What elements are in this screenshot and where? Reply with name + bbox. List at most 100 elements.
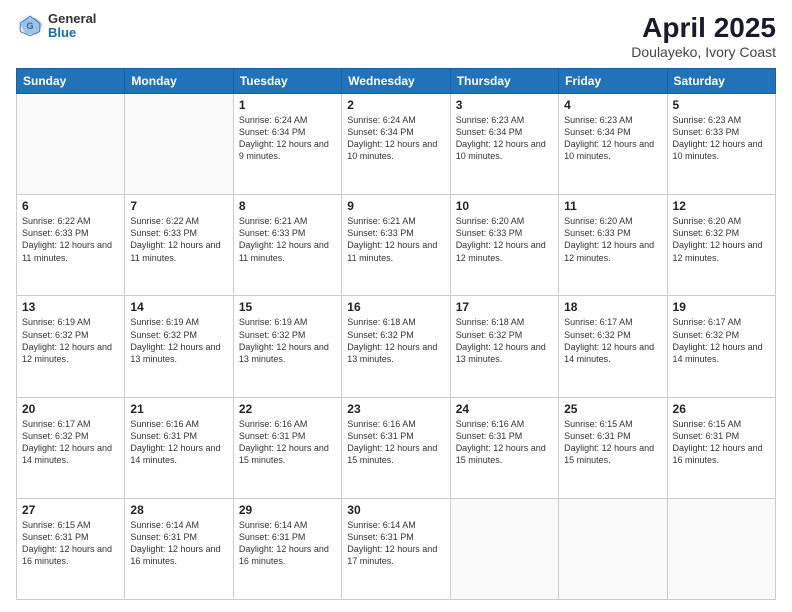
day-number: 20 <box>22 402 119 416</box>
day-number: 6 <box>22 199 119 213</box>
day-number: 19 <box>673 300 770 314</box>
day-info: Sunrise: 6:16 AM Sunset: 6:31 PM Dayligh… <box>347 418 444 467</box>
calendar-cell: 23 Sunrise: 6:16 AM Sunset: 6:31 PM Dayli… <box>342 397 450 498</box>
calendar-cell: 3 Sunrise: 6:23 AM Sunset: 6:34 PM Daylig… <box>450 94 558 195</box>
day-number: 15 <box>239 300 336 314</box>
day-info: Sunrise: 6:19 AM Sunset: 6:32 PM Dayligh… <box>22 316 119 365</box>
col-friday: Friday <box>559 69 667 94</box>
calendar-cell: 25 Sunrise: 6:15 AM Sunset: 6:31 PM Dayli… <box>559 397 667 498</box>
calendar-cell <box>667 498 775 599</box>
day-info: Sunrise: 6:20 AM Sunset: 6:33 PM Dayligh… <box>564 215 661 264</box>
day-number: 8 <box>239 199 336 213</box>
calendar-cell: 7 Sunrise: 6:22 AM Sunset: 6:33 PM Daylig… <box>125 195 233 296</box>
header: G General Blue April 2025 Doulayeko, Ivo… <box>16 12 776 60</box>
day-number: 5 <box>673 98 770 112</box>
logo-text: General Blue <box>48 12 96 41</box>
calendar-cell: 14Sunrise: 6:19 AM Sunset: 6:32 PM Dayli… <box>125 296 233 397</box>
calendar-cell <box>559 498 667 599</box>
calendar-cell <box>450 498 558 599</box>
day-number: 2 <box>347 98 444 112</box>
day-info: Sunrise: 6:14 AM Sunset: 6:31 PM Dayligh… <box>239 519 336 568</box>
day-info: Sunrise: 6:24 AM Sunset: 6:34 PM Dayligh… <box>239 114 336 163</box>
day-info: Sunrise: 6:15 AM Sunset: 6:31 PM Dayligh… <box>673 418 770 467</box>
day-number: 3 <box>456 98 553 112</box>
col-saturday: Saturday <box>667 69 775 94</box>
calendar-week-5: 27 Sunrise: 6:15 AM Sunset: 6:31 PM Dayli… <box>17 498 776 599</box>
day-number: 22 <box>239 402 336 416</box>
day-number: 10 <box>456 199 553 213</box>
day-number: 23 <box>347 402 444 416</box>
calendar-cell: 8 Sunrise: 6:21 AM Sunset: 6:33 PM Daylig… <box>233 195 341 296</box>
calendar-cell: 2Sunrise: 6:24 AM Sunset: 6:34 PM Daylig… <box>342 94 450 195</box>
calendar-cell: 29 Sunrise: 6:14 AM Sunset: 6:31 PM Dayli… <box>233 498 341 599</box>
day-info: Sunrise: 6:17 AM Sunset: 6:32 PM Dayligh… <box>673 316 770 365</box>
calendar-header: Sunday Monday Tuesday Wednesday Thursday… <box>17 69 776 94</box>
calendar-cell: 28 Sunrise: 6:14 AM Sunset: 6:31 PM Dayli… <box>125 498 233 599</box>
day-info: Sunrise: 6:21 AM Sunset: 6:33 PM Dayligh… <box>347 215 444 264</box>
calendar-cell: 4 Sunrise: 6:23 AM Sunset: 6:34 PM Daylig… <box>559 94 667 195</box>
calendar-cell: 18 Sunrise: 6:17 AM Sunset: 6:32 PM Dayli… <box>559 296 667 397</box>
day-number: 7 <box>130 199 227 213</box>
logo-icon: G <box>16 12 44 40</box>
day-info: Sunrise: 6:17 AM Sunset: 6:32 PM Dayligh… <box>564 316 661 365</box>
day-info: Sunrise: 6:14 AM Sunset: 6:31 PM Dayligh… <box>130 519 227 568</box>
day-number: 4 <box>564 98 661 112</box>
calendar-cell: 27 Sunrise: 6:15 AM Sunset: 6:31 PM Dayli… <box>17 498 125 599</box>
page: G General Blue April 2025 Doulayeko, Ivo… <box>0 0 792 612</box>
calendar-cell: 20 Sunrise: 6:17 AM Sunset: 6:32 PM Dayli… <box>17 397 125 498</box>
day-info: Sunrise: 6:22 AM Sunset: 6:33 PM Dayligh… <box>22 215 119 264</box>
calendar-cell: 1 Sunrise: 6:24 AM Sunset: 6:34 PM Daylig… <box>233 94 341 195</box>
day-info: Sunrise: 6:23 AM Sunset: 6:34 PM Dayligh… <box>564 114 661 163</box>
day-info: Sunrise: 6:14 AM Sunset: 6:31 PM Dayligh… <box>347 519 444 568</box>
calendar-cell: 6 Sunrise: 6:22 AM Sunset: 6:33 PM Daylig… <box>17 195 125 296</box>
calendar-week-1: 1 Sunrise: 6:24 AM Sunset: 6:34 PM Daylig… <box>17 94 776 195</box>
day-info: Sunrise: 6:19 AM Sunset: 6:32 PM Dayligh… <box>130 316 227 365</box>
calendar-cell: 26 Sunrise: 6:15 AM Sunset: 6:31 PM Dayli… <box>667 397 775 498</box>
calendar-body: 1 Sunrise: 6:24 AM Sunset: 6:34 PM Daylig… <box>17 94 776 600</box>
day-info: Sunrise: 6:16 AM Sunset: 6:31 PM Dayligh… <box>239 418 336 467</box>
day-info: Sunrise: 6:17 AM Sunset: 6:32 PM Dayligh… <box>22 418 119 467</box>
col-tuesday: Tuesday <box>233 69 341 94</box>
col-wednesday: Wednesday <box>342 69 450 94</box>
day-number: 24 <box>456 402 553 416</box>
day-number: 26 <box>673 402 770 416</box>
calendar-cell: 24Sunrise: 6:16 AM Sunset: 6:31 PM Dayli… <box>450 397 558 498</box>
calendar-cell: 21 Sunrise: 6:16 AM Sunset: 6:31 PM Dayli… <box>125 397 233 498</box>
calendar-cell: 16Sunrise: 6:18 AM Sunset: 6:32 PM Dayli… <box>342 296 450 397</box>
day-info: Sunrise: 6:18 AM Sunset: 6:32 PM Dayligh… <box>347 316 444 365</box>
day-number: 17 <box>456 300 553 314</box>
calendar-cell: 5 Sunrise: 6:23 AM Sunset: 6:33 PM Daylig… <box>667 94 775 195</box>
day-info: Sunrise: 6:20 AM Sunset: 6:33 PM Dayligh… <box>456 215 553 264</box>
calendar-cell: 17Sunrise: 6:18 AM Sunset: 6:32 PM Dayli… <box>450 296 558 397</box>
day-info: Sunrise: 6:23 AM Sunset: 6:33 PM Dayligh… <box>673 114 770 163</box>
day-info: Sunrise: 6:15 AM Sunset: 6:31 PM Dayligh… <box>22 519 119 568</box>
day-number: 11 <box>564 199 661 213</box>
day-info: Sunrise: 6:19 AM Sunset: 6:32 PM Dayligh… <box>239 316 336 365</box>
day-info: Sunrise: 6:23 AM Sunset: 6:34 PM Dayligh… <box>456 114 553 163</box>
day-number: 13 <box>22 300 119 314</box>
calendar-cell: 9 Sunrise: 6:21 AM Sunset: 6:33 PM Daylig… <box>342 195 450 296</box>
logo: G General Blue <box>16 12 96 41</box>
day-info: Sunrise: 6:16 AM Sunset: 6:31 PM Dayligh… <box>130 418 227 467</box>
subtitle: Doulayeko, Ivory Coast <box>631 44 776 60</box>
day-info: Sunrise: 6:15 AM Sunset: 6:31 PM Dayligh… <box>564 418 661 467</box>
calendar-cell: 10 Sunrise: 6:20 AM Sunset: 6:33 PM Dayli… <box>450 195 558 296</box>
col-thursday: Thursday <box>450 69 558 94</box>
day-number: 21 <box>130 402 227 416</box>
day-number: 28 <box>130 503 227 517</box>
logo-general: General <box>48 12 96 26</box>
logo-blue: Blue <box>48 26 96 40</box>
calendar-cell: 19 Sunrise: 6:17 AM Sunset: 6:32 PM Dayli… <box>667 296 775 397</box>
day-number: 25 <box>564 402 661 416</box>
calendar-cell: 11 Sunrise: 6:20 AM Sunset: 6:33 PM Dayli… <box>559 195 667 296</box>
day-info: Sunrise: 6:22 AM Sunset: 6:33 PM Dayligh… <box>130 215 227 264</box>
day-number: 27 <box>22 503 119 517</box>
calendar-cell: 22 Sunrise: 6:16 AM Sunset: 6:31 PM Dayli… <box>233 397 341 498</box>
calendar-week-4: 20 Sunrise: 6:17 AM Sunset: 6:32 PM Dayli… <box>17 397 776 498</box>
day-number: 18 <box>564 300 661 314</box>
calendar-cell: 13 Sunrise: 6:19 AM Sunset: 6:32 PM Dayli… <box>17 296 125 397</box>
day-number: 1 <box>239 98 336 112</box>
day-info: Sunrise: 6:21 AM Sunset: 6:33 PM Dayligh… <box>239 215 336 264</box>
day-number: 9 <box>347 199 444 213</box>
day-number: 29 <box>239 503 336 517</box>
